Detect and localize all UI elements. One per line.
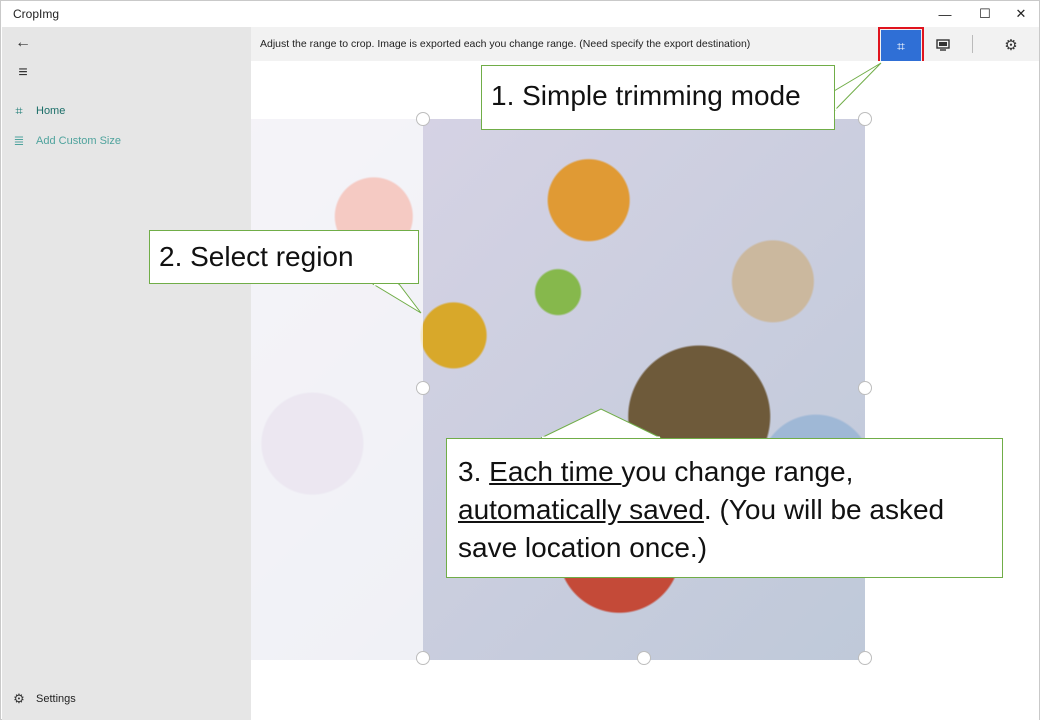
callout-underline-2: automatically saved [458, 494, 704, 525]
back-button[interactable]: ← [12, 33, 34, 53]
callout-text: 3. Each time you change range, automatic… [458, 453, 998, 567]
callout-mid: you change range, [621, 456, 854, 487]
sidebar-item-add-custom-size[interactable]: ≣ Add Custom Size [2, 127, 251, 155]
sidebar-item-label: Add Custom Size [36, 135, 121, 147]
crop-handle-bottom-left[interactable] [416, 651, 430, 665]
gear-icon: ⚙ [1004, 37, 1018, 54]
crop-handle-right[interactable] [858, 381, 872, 395]
crop-handle-bottom-right[interactable] [858, 651, 872, 665]
excluded-region-overlay [251, 119, 423, 660]
loaded-image [251, 119, 865, 660]
settings-button[interactable]: ⚙ [999, 33, 1023, 57]
hamburger-icon: ≡ [18, 64, 28, 81]
app-title: CropImg [13, 7, 60, 21]
crop-handle-bottom[interactable] [637, 651, 651, 665]
callout-text: 1. Simple trimming mode [491, 80, 801, 111]
image-canvas[interactable] [251, 61, 1039, 720]
minimize-button[interactable]: — [925, 1, 965, 27]
monitor-icon [936, 39, 950, 51]
sidebar: ← ≡ ⌗ Home ≣ Add Custom Size ⚙ Settings [2, 27, 251, 720]
gear-icon: ⚙ [13, 691, 25, 706]
close-button[interactable]: ✕ [1001, 1, 1040, 27]
callout-trimming-mode: 1. Simple trimming mode [481, 65, 835, 130]
sidebar-item-home[interactable]: ⌗ Home [2, 97, 251, 125]
sidebar-item-settings[interactable]: ⚙ Settings [2, 685, 251, 713]
list-icon: ≣ [13, 133, 25, 148]
callout-text: 2. Select region [159, 241, 354, 272]
callout-select-region: 2. Select region [149, 230, 419, 284]
sidebar-item-label: Home [36, 105, 66, 117]
crop-icon: ⌗ [15, 103, 23, 118]
close-icon: ✕ [1015, 6, 1027, 21]
hamburger-menu-button[interactable]: ≡ [12, 63, 34, 83]
app-window: CropImg — ☐ ✕ ← ≡ ⌗ Home ≣ Add Custom Si… [0, 0, 1040, 720]
callout-prefix: 3. [458, 456, 490, 487]
sidebar-item-label: Settings [36, 693, 76, 705]
back-arrow-icon: ← [15, 34, 31, 51]
command-bar: Adjust the range to crop. Image is expor… [251, 27, 1039, 67]
crop-handle-top-right[interactable] [858, 112, 872, 126]
screen-mode-button[interactable] [931, 33, 955, 57]
crop-handle-left[interactable] [416, 381, 430, 395]
maximize-button[interactable]: ☐ [965, 1, 1005, 27]
toolbar-divider [972, 35, 973, 53]
callout-auto-save: 3. Each time you change range, automatic… [446, 438, 1003, 578]
callout-underline-1: Each time [489, 456, 622, 487]
canvas-background [251, 660, 865, 720]
title-bar: CropImg — ☐ ✕ [1, 1, 1039, 27]
minimize-icon: — [938, 6, 952, 22]
crop-handle-top-left[interactable] [416, 112, 430, 126]
instruction-text: Adjust the range to crop. Image is expor… [260, 38, 751, 50]
maximize-icon: ☐ [979, 6, 991, 21]
